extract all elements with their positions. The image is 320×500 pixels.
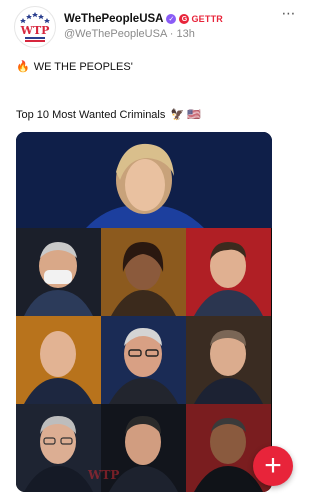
portrait-r2c2 (101, 228, 186, 316)
author-handle[interactable]: @WeThePeopleUSA (64, 28, 167, 40)
author-name-row: WeThePeopleUSA ✓ G GETTR (64, 11, 223, 27)
author-display-name[interactable]: WeThePeopleUSA (64, 13, 163, 25)
portrait-man-dark-hair (186, 228, 271, 316)
gettr-logo-icon: G (179, 14, 190, 24)
portrait-bald-man (16, 316, 101, 404)
portrait-r2c3 (186, 228, 271, 316)
post-header: WTP WeThePeopleUSA ✓ G GETTR @WeThePeopl… (14, 6, 296, 48)
avatar[interactable]: WTP (14, 6, 56, 48)
post-text-line1: 🔥 WE THE PEOPLES' (16, 60, 133, 73)
author-handle-row: @WeThePeopleUSA · 13h (64, 28, 195, 40)
portrait-r3c3 (186, 316, 271, 404)
portrait-man-suit (186, 316, 271, 404)
fire-emoji: 🔥 (16, 61, 30, 73)
post-card: WTP WeThePeopleUSA ✓ G GETTR @WeThePeopl… (0, 0, 305, 500)
verified-badge-icon: ✓ (166, 14, 177, 24)
portrait-older-man-glasses (101, 316, 186, 404)
plus-icon: + (264, 449, 282, 482)
post-text-line2: Top 10 Most Wanted Criminals 🦅 🇺🇸 (16, 108, 201, 121)
portrait-top (16, 132, 272, 228)
wtp-logo-icon: WTP (16, 8, 54, 46)
image-watermark: WTP (88, 468, 120, 482)
portrait-r3c2 (101, 316, 186, 404)
post-time: 13h (176, 28, 195, 40)
post-text-subtitle: Top 10 Most Wanted Criminals (16, 109, 166, 121)
eagle-flag-emoji: 🦅 🇺🇸 (170, 109, 201, 121)
post-image[interactable]: WTP (16, 132, 272, 492)
portrait-r2c1 (16, 228, 101, 316)
portrait-r3c1 (16, 316, 101, 404)
compose-fab[interactable]: + (253, 446, 293, 486)
avatar-logo-text: WTP (20, 24, 50, 37)
portrait-masked-man (16, 228, 101, 316)
more-options-icon[interactable]: ⋯ (278, 6, 300, 24)
portrait-woman-dark-hair (101, 228, 186, 316)
network-label: GETTR (191, 14, 223, 24)
post-text-title: WE THE PEOPLES' (33, 61, 133, 73)
portrait-top-art (16, 132, 272, 228)
